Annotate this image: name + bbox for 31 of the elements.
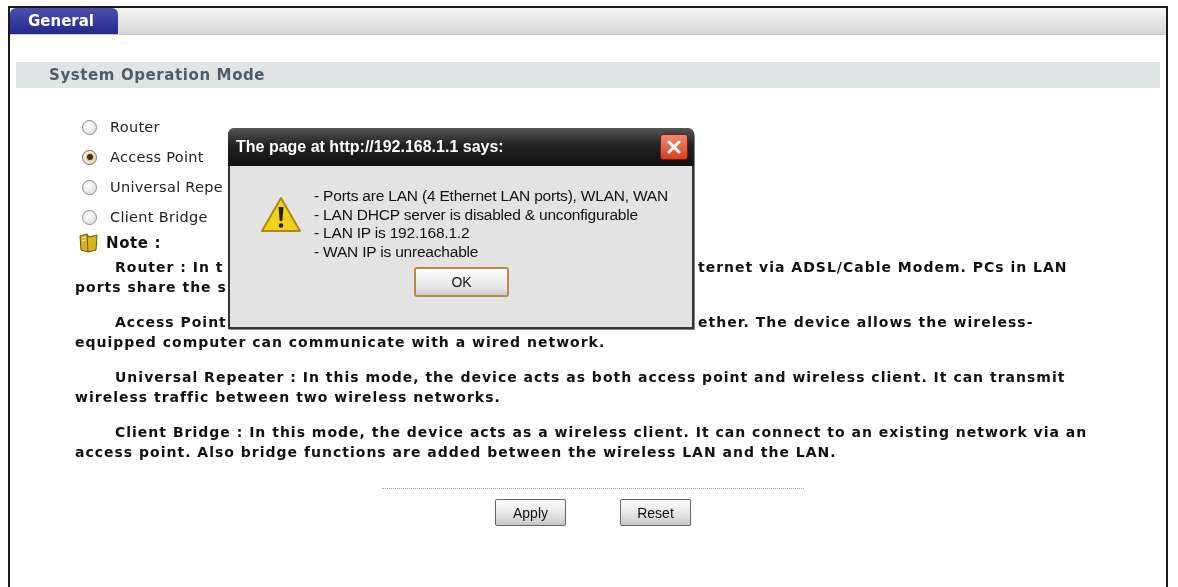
note-icon [78, 233, 100, 253]
message-text: - Ports are LAN (4 Ethernet LAN ports), WLAN, WAN [314, 187, 668, 206]
ok-button[interactable]: OK [414, 267, 509, 297]
close-icon [667, 140, 681, 154]
message-text: - LAN DHCP server is disabled & unconfigurable [314, 205, 639, 224]
description-text: ternet via ADSL/Cable Modem. PCs in LAN [698, 258, 1068, 277]
description-text: Client Bridge : In this mode, the device acts as a wireless client. It can connect to an existing network via an access point. Also bridge functions are added between the wireless LAN and the LAN. [75, 423, 1089, 462]
warning-icon [260, 196, 302, 234]
message-text: - WAN IP is unreachable [314, 242, 480, 261]
description-text: Router : In t [115, 259, 224, 275]
radio-button[interactable] [82, 179, 97, 195]
dialog-title: The page at http://192.168.1.1 says: [236, 138, 504, 156]
description-text: ports share the s [75, 278, 227, 297]
radio-label: Universal Repe [110, 179, 224, 195]
description-text: equipped computer can communicate with a wired network. [75, 333, 606, 352]
tab[interactable]: General [10, 8, 118, 34]
note-title: Note : [106, 234, 162, 252]
radio-label: Router [110, 119, 160, 135]
description-text: Universal Repeater : In this mode, the device acts as both access point and wireless client. It can transmit wireless traffic between two wireless networks. [75, 368, 1067, 407]
message-text: - LAN IP is 192.168.1.2 [314, 224, 471, 243]
form-button[interactable]: Apply [495, 499, 566, 526]
radio-button[interactable] [82, 149, 97, 165]
radio-label: Client Bridge [110, 209, 208, 225]
radio-label: Access Point [110, 149, 204, 165]
radio-button[interactable] [82, 209, 97, 225]
section-title: System Operation Mode [49, 66, 266, 84]
description-text: Access Point [115, 314, 227, 330]
form-button[interactable]: Reset [620, 499, 691, 526]
radio-button[interactable] [82, 119, 97, 135]
close-button[interactable] [660, 134, 688, 160]
description-text: ether. The device allows the wireless- [698, 313, 1034, 332]
